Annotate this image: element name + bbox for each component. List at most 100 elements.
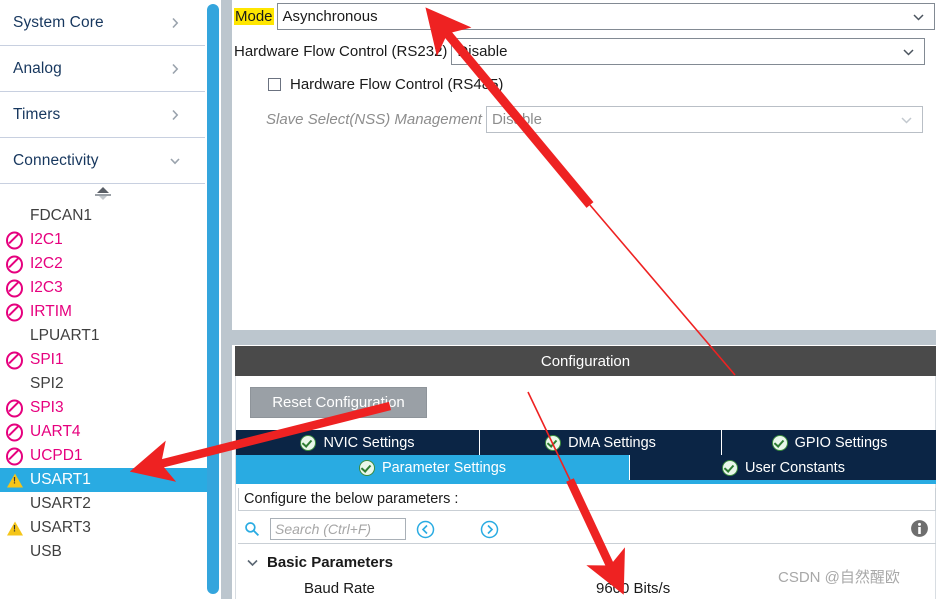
- prohibit-icon: [6, 447, 23, 465]
- tab-label: User Constants: [745, 459, 845, 476]
- hw-flow-control-rs485-row[interactable]: Hardware Flow Control (RS485): [268, 76, 503, 93]
- scroll-up-icon: [94, 187, 111, 201]
- search-input[interactable]: Search (Ctrl+F): [270, 518, 406, 540]
- peripheral-label: UCPD1: [30, 447, 83, 465]
- peripheral-item-lpuart1[interactable]: LPUART1: [0, 324, 205, 348]
- sidebar-category-system-core[interactable]: System Core: [0, 0, 205, 46]
- search-icon: [244, 521, 260, 537]
- peripheral-item-fdcan1[interactable]: FDCAN1: [0, 204, 205, 228]
- chevron-down-icon: [912, 10, 925, 23]
- hw-flow-control-rs232-value: Disable: [457, 43, 508, 60]
- section-divider: [238, 543, 936, 544]
- check-circle-icon: [300, 434, 317, 451]
- peripheral-item-irtim[interactable]: IRTIM: [0, 300, 205, 324]
- hw-flow-control-rs485-label: Hardware Flow Control (RS485): [290, 76, 504, 93]
- peripheral-item-usart3[interactable]: USART3: [0, 516, 205, 540]
- parameter-name: Baud Rate: [304, 580, 375, 597]
- peripheral-label: LPUART1: [30, 327, 100, 345]
- check-circle-icon: [771, 434, 788, 451]
- peripheral-item-spi3[interactable]: SPI3: [0, 396, 205, 420]
- checkbox-icon[interactable]: [268, 78, 281, 91]
- sidebar-scrollbar-track[interactable]: [221, 0, 232, 599]
- tab-label: NVIC Settings: [323, 434, 415, 451]
- csdn-watermark: CSDN @自然醒欧: [778, 569, 900, 586]
- sidebar-category-connectivity[interactable]: Connectivity: [0, 138, 205, 184]
- sidebar-scrollbar-thumb[interactable]: [207, 4, 219, 594]
- search-placeholder: Search (Ctrl+F): [275, 521, 372, 537]
- nss-management-dropdown: Disable: [485, 106, 923, 133]
- category-label: Analog: [13, 59, 62, 77]
- peripheral-item-spi2[interactable]: SPI2: [0, 372, 205, 396]
- tab-label: Parameter Settings: [381, 459, 507, 476]
- chevron-down-icon: [900, 113, 913, 126]
- peripheral-label: USART1: [30, 471, 91, 489]
- parameter-search-row: Search (Ctrl+F): [244, 518, 499, 540]
- tab-nvic-settings[interactable]: NVIC Settings: [236, 430, 480, 455]
- nav-next-icon[interactable]: [480, 520, 499, 539]
- configuration-title: Configuration: [540, 352, 631, 370]
- configuration-header: Configuration: [235, 346, 936, 376]
- sidebar-category-timers[interactable]: Timers: [0, 92, 205, 138]
- chevron-down-icon: [902, 45, 915, 58]
- configure-parameters-text: Configure the below parameters :: [244, 491, 459, 507]
- peripheral-sidebar: System Core Analog Timers Connectivity F…: [0, 0, 214, 599]
- mode-label: Mode: [234, 8, 274, 25]
- hw-flow-control-rs232-label: Hardware Flow Control (RS232): [234, 43, 448, 60]
- mode-form-area: Mode Asynchronous Hardware Flow Control …: [232, 0, 936, 330]
- mode-row: Mode Asynchronous: [234, 3, 935, 30]
- prohibit-icon: [6, 231, 23, 249]
- tab-user-constants[interactable]: User Constants: [630, 455, 936, 480]
- configure-parameters-note: Configure the below parameters :: [238, 488, 936, 511]
- peripheral-item-spi1[interactable]: SPI1: [0, 348, 205, 372]
- usart1-config-panel: Mode Asynchronous Hardware Flow Control …: [232, 0, 936, 599]
- peripheral-item-i2c3[interactable]: I2C3: [0, 276, 205, 300]
- prohibit-icon: [6, 351, 23, 369]
- info-icon[interactable]: [910, 519, 929, 538]
- peripheral-item-uart4[interactable]: UART4: [0, 420, 205, 444]
- category-label: Connectivity: [13, 151, 99, 169]
- active-tab-underline: [236, 480, 936, 484]
- sidebar-category-analog[interactable]: Analog: [0, 46, 205, 92]
- peripheral-item-usb[interactable]: USB: [0, 540, 205, 564]
- peripheral-item-usart2[interactable]: USART2: [0, 492, 205, 516]
- parameter-group-basic-parameters[interactable]: Basic Parameters: [246, 554, 393, 571]
- check-circle-icon: [722, 459, 739, 476]
- prohibit-icon: [6, 279, 23, 297]
- peripheral-item-i2c1[interactable]: I2C1: [0, 228, 205, 252]
- warning-icon: [6, 520, 23, 537]
- peripheral-label: I2C2: [30, 255, 63, 273]
- prohibit-icon: [6, 303, 23, 321]
- peripheral-label: I2C3: [30, 279, 63, 297]
- tab-gpio-settings[interactable]: GPIO Settings: [722, 430, 936, 455]
- reset-configuration-label: Reset Configuration: [272, 394, 405, 411]
- peripheral-label: UART4: [30, 423, 81, 441]
- parameter-value: 9600 Bits/s: [596, 580, 671, 597]
- check-circle-icon: [545, 434, 562, 451]
- peripheral-item-i2c2[interactable]: I2C2: [0, 252, 205, 276]
- prohibit-icon: [6, 399, 23, 417]
- hw-flow-control-rs232-dropdown[interactable]: Disable: [451, 38, 926, 65]
- parameter-group-label: Basic Parameters: [267, 554, 393, 571]
- configuration-tabs-top: NVIC Settings DMA Settings GPIO Settings: [236, 430, 936, 455]
- list-scroll-up-button[interactable]: [0, 184, 205, 204]
- reset-configuration-button[interactable]: Reset Configuration: [250, 387, 427, 418]
- tab-dma-settings[interactable]: DMA Settings: [480, 430, 722, 455]
- peripheral-label: SPI3: [30, 399, 64, 417]
- chevron-right-icon: [169, 63, 181, 75]
- peripheral-label: FDCAN1: [30, 207, 93, 225]
- peripheral-label: USART2: [30, 495, 91, 513]
- nav-prev-icon[interactable]: [416, 520, 435, 539]
- peripheral-item-usart1[interactable]: USART1: [0, 468, 214, 492]
- peripheral-item-ucpd1[interactable]: UCPD1: [0, 444, 205, 468]
- tab-parameter-settings[interactable]: Parameter Settings: [236, 455, 630, 480]
- cubemx-window: System Core Analog Timers Connectivity F…: [0, 0, 936, 599]
- nss-management-label: Slave Select(NSS) Management: [266, 111, 482, 128]
- mode-dropdown[interactable]: Asynchronous: [276, 3, 935, 30]
- warning-icon: [6, 472, 23, 489]
- tab-label: GPIO Settings: [794, 434, 888, 451]
- peripheral-label: USART3: [30, 519, 91, 537]
- prohibit-icon: [6, 423, 23, 441]
- nss-management-row: Slave Select(NSS) Management Disable: [266, 106, 923, 133]
- peripheral-label: IRTIM: [30, 303, 72, 321]
- peripheral-label: SPI2: [30, 375, 64, 393]
